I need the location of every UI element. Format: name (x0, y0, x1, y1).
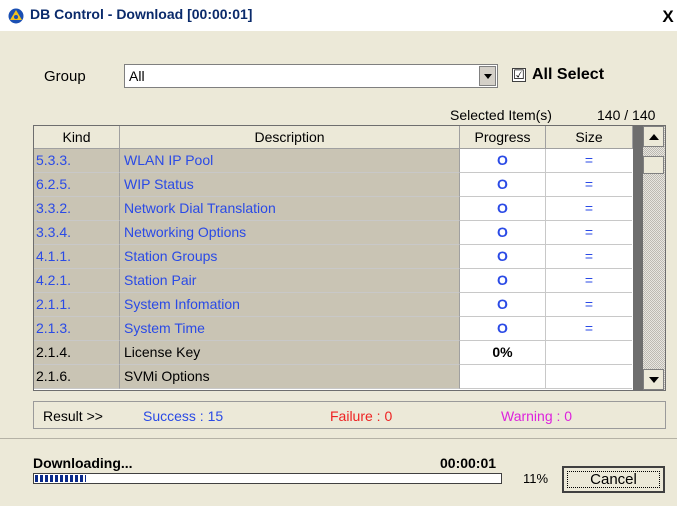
title-bar[interactable]: DB Control - Download [00:00:01] X (0, 0, 677, 31)
kind-cell: 4.2.1. (34, 269, 120, 293)
scrollbar-thumb[interactable] (643, 156, 664, 174)
description-cell: System Infomation (120, 293, 460, 317)
result-summary: Result >> Success : 15 Failure : 0 Warni… (33, 401, 666, 429)
kind-cell: 2.1.1. (34, 293, 120, 317)
table-row[interactable]: 3.3.2. Network Dial Translation O = (34, 197, 634, 221)
description-cell: License Key (120, 341, 460, 365)
vertical-scrollbar[interactable] (633, 126, 665, 390)
progress-cell: O (460, 293, 546, 317)
kind-cell: 4.1.1. (34, 245, 120, 269)
size-cell (546, 341, 632, 365)
description-cell: SVMi Options (120, 365, 460, 389)
group-select[interactable]: All (124, 64, 498, 88)
progress-cell: O (460, 245, 546, 269)
kind-cell: 2.1.4. (34, 341, 120, 365)
description-cell: Network Dial Translation (120, 197, 460, 221)
progress-percent: 11% (523, 471, 549, 486)
table-row[interactable]: 6.2.5. WIP Status O = (34, 173, 634, 197)
all-select-label[interactable]: All Select (532, 66, 604, 84)
kind-cell: 6.2.5. (34, 173, 120, 197)
column-header-progress[interactable]: Progress (460, 126, 546, 149)
description-cell: WIP Status (120, 173, 460, 197)
progress-cell (460, 365, 546, 389)
selected-items-label: Selected Item(s) (450, 107, 552, 123)
description-cell: Networking Options (120, 221, 460, 245)
size-cell: = (546, 293, 632, 317)
download-status: Downloading... (33, 455, 133, 471)
kind-cell: 3.3.4. (34, 221, 120, 245)
size-cell: = (546, 197, 632, 221)
scroll-down-icon[interactable] (643, 369, 664, 390)
cancel-button[interactable]: Cancel (562, 466, 665, 493)
app-icon (8, 8, 24, 24)
description-cell: WLAN IP Pool (120, 149, 460, 173)
progress-cell: O (460, 197, 546, 221)
table-row[interactable]: 4.1.1. Station Groups O = (34, 245, 634, 269)
download-dialog: DB Control - Download [00:00:01] X Group… (0, 0, 677, 506)
size-cell: = (546, 269, 632, 293)
group-select-value: All (129, 68, 145, 84)
size-cell: = (546, 317, 632, 341)
elapsed-time: 00:00:01 (440, 455, 497, 471)
size-cell: = (546, 173, 632, 197)
progress-cell: O (460, 317, 546, 341)
table-row[interactable]: 4.2.1. Station Pair O = (34, 269, 634, 293)
warning-count: Warning : 0 (501, 408, 573, 424)
progress-fill (35, 475, 86, 482)
download-progress-bar (33, 473, 502, 484)
selected-items-count: 140 / 140 (597, 107, 656, 123)
download-table[interactable]: Kind Description Progress Size 5.3.3. WLA… (33, 125, 666, 391)
result-label: Result >> (43, 408, 103, 424)
table-row[interactable]: 2.1.1. System Infomation O = (34, 293, 634, 317)
divider (0, 438, 677, 439)
table-row[interactable]: 2.1.6. SVMi Options (34, 365, 634, 389)
description-cell: Station Pair (120, 269, 460, 293)
group-label: Group (44, 68, 86, 85)
description-cell: System Time (120, 317, 460, 341)
column-header-description[interactable]: Description (120, 126, 460, 149)
table-row[interactable]: 2.1.3. System Time O = (34, 317, 634, 341)
close-icon[interactable]: X (660, 8, 676, 26)
scrollbar-divider (633, 126, 643, 390)
success-count: Success : 15 (143, 408, 224, 424)
chevron-down-icon[interactable] (479, 66, 496, 86)
column-header-kind[interactable]: Kind (34, 126, 120, 149)
table-row[interactable]: 5.3.3. WLAN IP Pool O = (34, 149, 634, 173)
progress-cell: O (460, 269, 546, 293)
progress-cell: O (460, 149, 546, 173)
size-cell: = (546, 245, 632, 269)
window-title: DB Control - Download [00:00:01] (30, 6, 253, 22)
table-row[interactable]: 3.3.4. Networking Options O = (34, 221, 634, 245)
column-header-size[interactable]: Size (546, 126, 633, 149)
failure-count: Failure : 0 (330, 408, 393, 424)
scroll-up-icon[interactable] (643, 126, 664, 147)
kind-cell: 2.1.3. (34, 317, 120, 341)
kind-cell: 2.1.6. (34, 365, 120, 389)
all-select-checkbox[interactable]: ☑ (512, 68, 526, 82)
progress-cell: 0% (460, 341, 546, 365)
description-cell: Station Groups (120, 245, 460, 269)
table-row[interactable]: 2.1.4. License Key 0% (34, 341, 634, 365)
kind-cell: 3.3.2. (34, 197, 120, 221)
progress-cell: O (460, 221, 546, 245)
size-cell: = (546, 149, 632, 173)
progress-cell: O (460, 173, 546, 197)
size-cell: = (546, 221, 632, 245)
kind-cell: 5.3.3. (34, 149, 120, 173)
size-cell (546, 365, 632, 389)
